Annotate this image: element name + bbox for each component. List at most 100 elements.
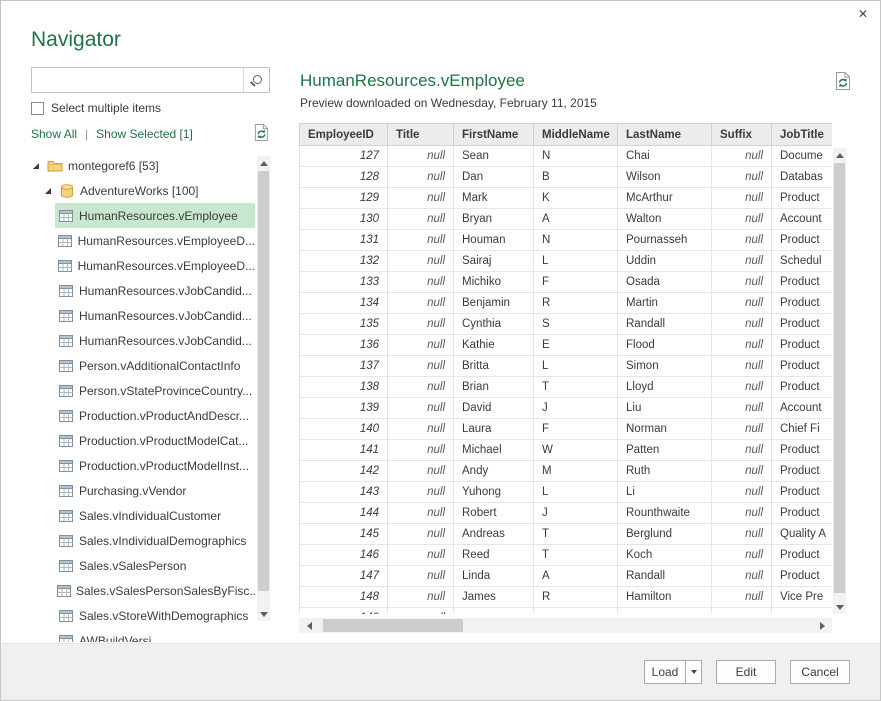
table-cell: A: [534, 566, 618, 587]
table-cell: null: [388, 524, 454, 545]
table-cell: W: [534, 440, 618, 461]
table-cell: null: [712, 335, 772, 356]
table-vscroll-thumb[interactable]: [834, 163, 845, 593]
table-cell: null: [712, 230, 772, 251]
tree-item[interactable]: Purchasing.vVendor: [29, 478, 255, 503]
table-cell: Docume: [772, 146, 833, 167]
tree-item[interactable]: Sales.vIndividualDemographics: [29, 528, 255, 553]
select-multiple-checkbox[interactable]: [31, 102, 44, 115]
table-cell: Osada: [618, 272, 712, 293]
tree-item[interactable]: montegoref6 [53]: [29, 153, 255, 178]
table-cell: Account: [772, 209, 833, 230]
search-button[interactable]: [243, 68, 269, 92]
table-cell: null: [388, 503, 454, 524]
table-cell: Product: [772, 377, 833, 398]
edit-button[interactable]: Edit: [716, 660, 776, 684]
table-cell: Michael: [454, 440, 534, 461]
table-cell: Hamilton: [618, 587, 712, 608]
table-cell: Product: [772, 461, 833, 482]
table-row: 137nullBrittaLSimonnullProduct: [300, 356, 833, 377]
table-cell: null: [388, 566, 454, 587]
view-icon: [57, 510, 74, 522]
tree-item[interactable]: HumanResources.vEmployeeD...: [29, 253, 255, 278]
tree-item[interactable]: HumanResources.vJobCandid...: [29, 328, 255, 353]
table-vertical-scrollbar[interactable]: [833, 148, 846, 614]
search-input[interactable]: [32, 68, 243, 92]
column-header: Title: [388, 124, 454, 146]
table-cell: null: [712, 188, 772, 209]
table-cell: E: [534, 335, 618, 356]
table-cell: McArthur: [618, 188, 712, 209]
table-horizontal-scrollbar[interactable]: [299, 618, 832, 633]
tree-item-label: HumanResources.vJobCandid...: [79, 309, 252, 323]
tree-item[interactable]: Sales.vSalesPerson: [29, 553, 255, 578]
table-cell: Product: [772, 293, 833, 314]
table-hscroll-thumb[interactable]: [323, 619, 463, 632]
table-cell: null: [388, 440, 454, 461]
table-cell: 134: [300, 293, 388, 314]
cancel-button[interactable]: Cancel: [790, 660, 850, 684]
table-scroll-down-arrow[interactable]: [833, 600, 846, 614]
close-icon[interactable]: ✕: [858, 8, 868, 20]
show-all-link[interactable]: Show All: [31, 127, 77, 141]
show-selected-link[interactable]: Show Selected [1]: [96, 127, 193, 141]
table-cell: null: [388, 335, 454, 356]
table-cell: Randall: [618, 566, 712, 587]
table-cell: R: [534, 587, 618, 608]
table-cell: 145: [300, 524, 388, 545]
tree-item[interactable]: HumanResources.vJobCandid...: [29, 303, 255, 328]
table-cell: M: [534, 461, 618, 482]
table-cell: N: [534, 230, 618, 251]
table-cell: 132: [300, 251, 388, 272]
table-cell: null: [388, 587, 454, 608]
table-cell: null: [388, 230, 454, 251]
table-cell: L: [534, 356, 618, 377]
table-cell: F: [534, 419, 618, 440]
table-cell: 148: [300, 587, 388, 608]
expander-icon[interactable]: [43, 187, 53, 195]
table-cell: null: [712, 545, 772, 566]
tree-item[interactable]: Production.vProductAndDescr...: [29, 403, 255, 428]
load-button[interactable]: Load: [644, 660, 702, 684]
table-cell: null: [388, 167, 454, 188]
table-header-row: EmployeeIDTitleFirstNameMiddleNameLastNa…: [300, 124, 833, 146]
tree-scrollbar-thumb[interactable]: [258, 171, 269, 591]
table-scroll-left-arrow[interactable]: [301, 618, 317, 633]
load-dropdown-button[interactable]: [685, 661, 701, 683]
tree-item[interactable]: Person.vStateProvinceCountry...: [29, 378, 255, 403]
table-cell: null: [388, 293, 454, 314]
view-icon: [57, 285, 74, 297]
table-cell: Patten: [618, 440, 712, 461]
tree-item[interactable]: Production.vProductModelInst...: [29, 453, 255, 478]
table-cell: Dan: [454, 167, 534, 188]
tree-scrollbar[interactable]: [257, 156, 270, 621]
table-cell: J: [534, 398, 618, 419]
table-row: 143nullYuhongLLinullProduct: [300, 482, 833, 503]
tree-item[interactable]: HumanResources.vJobCandid...: [29, 278, 255, 303]
tree-item[interactable]: Sales.vStoreWithDemographics: [29, 603, 255, 628]
tree-item[interactable]: Production.vProductModelCat...: [29, 428, 255, 453]
table-scroll-right-arrow[interactable]: [814, 618, 830, 633]
scroll-up-arrow[interactable]: [257, 156, 270, 170]
scroll-down-arrow[interactable]: [257, 607, 270, 621]
tree-item[interactable]: HumanResources.vEmployee: [29, 203, 255, 228]
table-cell: Robert: [454, 503, 534, 524]
table-cell: Benjamin: [454, 293, 534, 314]
table-cell: Berglund: [618, 524, 712, 545]
tree-item[interactable]: Person.vAdditionalContactInfo: [29, 353, 255, 378]
tree-item-label: AWBuildVersi...: [79, 634, 161, 643]
table-row: 146nullReedTKochnullProduct: [300, 545, 833, 566]
refresh-list-button[interactable]: [253, 123, 271, 143]
tree-item[interactable]: HumanResources.vEmployeeD...: [29, 228, 255, 253]
load-button-label[interactable]: Load: [645, 665, 685, 679]
view-icon: [57, 235, 73, 247]
expander-icon[interactable]: [31, 162, 41, 170]
tree-item[interactable]: AWBuildVersi...: [29, 628, 255, 642]
tree-item-label: HumanResources.vJobCandid...: [79, 334, 252, 348]
tree-item[interactable]: Sales.vIndividualCustomer: [29, 503, 255, 528]
tree-item[interactable]: Sales.vSalesPersonSalesByFisc...: [29, 578, 255, 603]
tree-item[interactable]: AdventureWorks [100]: [29, 178, 255, 203]
table-scroll-up-arrow[interactable]: [833, 148, 846, 162]
preview-refresh-button[interactable]: [834, 71, 852, 91]
table-cell: Reed: [454, 545, 534, 566]
